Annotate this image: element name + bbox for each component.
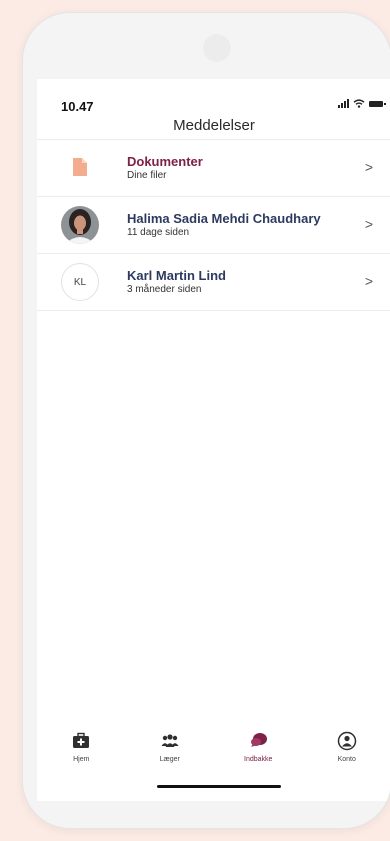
tab-label: Konto xyxy=(337,756,356,763)
tab-bar: Hjem Læger Indbakke Konto xyxy=(37,731,390,771)
chevron-right-icon: > xyxy=(364,216,373,232)
list-item-title: Dokumenter xyxy=(127,154,203,169)
document-thumb xyxy=(61,149,99,187)
list-item-text: Karl Martin Lind 3 måneder siden xyxy=(127,268,226,296)
list-item-conversation[interactable]: Halima Sadia Mehdi Chaudhary 11 dage sid… xyxy=(37,197,390,254)
list-item-documents[interactable]: Dokumenter Dine filer > xyxy=(37,140,390,197)
tab-home[interactable]: Hjem xyxy=(37,731,126,771)
medical-kit-icon xyxy=(73,732,90,748)
chat-bubbles-icon xyxy=(251,733,268,747)
list-item-title: Karl Martin Lind xyxy=(127,268,226,283)
status-time: 10.47 xyxy=(61,99,94,114)
app-screen: 10.47 Meddelelser Dokumenter Dine filer … xyxy=(37,79,390,801)
message-list: Dokumenter Dine filer > Halima Sadia Meh… xyxy=(37,139,390,311)
chevron-right-icon: > xyxy=(364,273,373,289)
list-item-subtitle: 3 måneder siden xyxy=(127,284,202,295)
list-item-text: Halima Sadia Mehdi Chaudhary 11 dage sid… xyxy=(127,211,321,239)
list-item-title: Halima Sadia Mehdi Chaudhary xyxy=(127,211,321,226)
avatar xyxy=(61,206,99,244)
list-item-subtitle: 11 dage siden xyxy=(127,227,190,238)
battery-icon xyxy=(369,100,386,107)
document-icon xyxy=(73,158,87,176)
tab-account[interactable]: Konto xyxy=(303,731,390,771)
wifi-icon xyxy=(353,99,365,108)
camera-icon xyxy=(203,34,231,62)
tab-label: Læger xyxy=(159,756,180,763)
list-item-subtitle: Dine filer xyxy=(127,170,167,181)
tab-doctors[interactable]: Læger xyxy=(126,731,215,771)
avatar-initials: KL xyxy=(61,263,99,301)
tab-inbox[interactable]: Indbakke xyxy=(214,731,303,771)
status-icons xyxy=(338,99,386,108)
tab-label: Indbakke xyxy=(244,756,273,763)
account-icon xyxy=(337,731,356,751)
list-item-text: Dokumenter Dine filer xyxy=(127,154,203,182)
person-photo-icon xyxy=(61,206,99,244)
page-title: Meddelelser xyxy=(173,117,255,134)
tab-label: Hjem xyxy=(73,756,90,763)
chevron-right-icon: > xyxy=(364,159,373,175)
phone-frame: 10.47 Meddelelser Dokumenter Dine filer … xyxy=(22,12,390,829)
home-indicator xyxy=(157,785,281,788)
list-item-conversation[interactable]: KL Karl Martin Lind 3 måneder siden > xyxy=(37,254,390,311)
doctors-icon xyxy=(161,734,179,747)
signal-icon xyxy=(338,99,349,108)
